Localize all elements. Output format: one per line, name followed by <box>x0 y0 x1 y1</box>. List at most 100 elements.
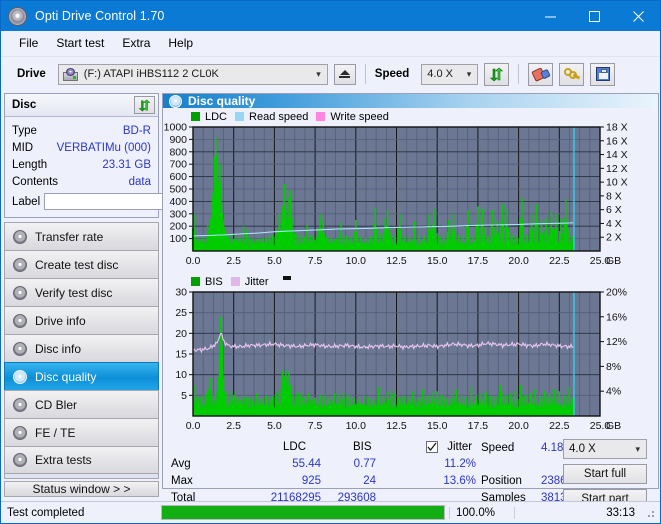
svg-text:10.0: 10.0 <box>346 420 367 432</box>
save-icon <box>595 67 610 81</box>
svg-text:12.5: 12.5 <box>386 420 407 432</box>
svg-text:0.0: 0.0 <box>186 255 201 267</box>
speed-select[interactable]: 4.0 X ▾ <box>421 63 479 85</box>
disc-label-label: Label <box>12 195 41 208</box>
disc-icon <box>13 397 27 412</box>
svg-text:600: 600 <box>169 171 187 183</box>
resize-grip-icon[interactable] <box>643 506 657 520</box>
jitter-checkbox[interactable]: Jitter <box>426 439 472 453</box>
svg-text:2.5: 2.5 <box>226 255 241 267</box>
content-area: Disc Type BD-R MID VERBATIMu (000) Lengt… <box>1 91 660 509</box>
disc-icon <box>13 425 27 440</box>
maximize-icon[interactable] <box>572 1 616 31</box>
disc-contents-label: Contents <box>12 175 59 188</box>
menu-help[interactable]: Help <box>159 33 202 53</box>
settings-button[interactable] <box>559 62 585 86</box>
stats-row-avg-label: Avg <box>171 458 191 470</box>
disc-type-value: BD-R <box>122 124 151 137</box>
toolbar-divider <box>364 64 366 84</box>
svg-text:2.5: 2.5 <box>226 420 241 432</box>
drive-select[interactable]: (F:) ATAPI iHBS112 2 CL0K ▾ <box>57 63 328 85</box>
menu-bar: File Start test Extra Help <box>1 31 660 56</box>
progress-fill <box>162 506 444 519</box>
svg-text:1000: 1000 <box>164 123 188 134</box>
svg-text:12.5: 12.5 <box>386 255 407 267</box>
svg-text:22.5: 22.5 <box>549 255 570 267</box>
svg-text:14 X: 14 X <box>606 149 628 161</box>
menu-file[interactable]: File <box>10 33 47 53</box>
legend-label-jitter: Jitter <box>244 275 269 288</box>
svg-text:10: 10 <box>175 369 187 381</box>
stats-row-max-label: Max <box>171 475 193 487</box>
svg-text:15: 15 <box>175 349 187 361</box>
test-speed-select[interactable]: 4.0 X ▾ <box>563 439 647 459</box>
svg-text:16 X: 16 X <box>606 135 628 147</box>
svg-text:6 X: 6 X <box>606 204 622 216</box>
disc-mid-value: VERBATIMu (000) <box>56 141 151 154</box>
erase-button[interactable] <box>528 62 554 86</box>
disc-row-type: Type BD-R <box>12 122 151 139</box>
svg-text:20: 20 <box>175 328 187 340</box>
sidebar-item-drive-info[interactable]: Drive info <box>4 306 159 334</box>
sidebar-item-fe-te[interactable]: FE / TE <box>4 418 159 446</box>
sidebar-item-extra-tests[interactable]: Extra tests <box>4 446 159 474</box>
disc-contents-value: data <box>128 175 151 188</box>
svg-text:5: 5 <box>181 390 187 402</box>
marker-icon <box>282 275 291 280</box>
disc-refresh-button[interactable] <box>134 96 155 114</box>
stats-max-jitter: 13.6% <box>443 475 476 487</box>
stats-max-bis: 24 <box>363 475 376 487</box>
minimize-icon[interactable] <box>528 1 572 31</box>
sidebar-item-create-test-disc[interactable]: Create test disc <box>4 250 159 278</box>
elapsed-time: 33:13 <box>514 506 643 519</box>
sidebar-filler <box>4 474 159 479</box>
app-disc-icon <box>8 6 27 26</box>
left-sidebar: Disc Type BD-R MID VERBATIMu (000) Lengt… <box>4 93 253 497</box>
sidebar-item-disc-info[interactable]: Disc info <box>4 334 159 362</box>
sidebar-item-label: CD Bler <box>35 397 78 412</box>
nav-list: Transfer rate Create test disc Verify te… <box>4 222 159 474</box>
start-full-button[interactable]: Start full <box>563 464 647 484</box>
menu-start-test[interactable]: Start test <box>47 33 113 53</box>
stats-header-bis: BIS <box>353 441 372 453</box>
sidebar-item-cd-bler[interactable]: CD Bler <box>4 390 159 418</box>
eject-button[interactable] <box>333 63 356 85</box>
legend-swatch-read-speed <box>235 112 245 121</box>
status-text: Test completed <box>7 506 85 519</box>
disc-row-mid: MID VERBATIMu (000) <box>12 139 151 156</box>
menu-extra[interactable]: Extra <box>113 33 159 53</box>
stats-position-label: Position <box>481 475 522 487</box>
bis-legend: BIS Jitter <box>163 273 658 288</box>
disc-mid-label: MID <box>12 141 34 154</box>
sidebar-item-verify-test-disc[interactable]: Verify test disc <box>4 278 159 306</box>
sidebar-item-transfer-rate[interactable]: Transfer rate <box>4 222 159 250</box>
sidebar-item-label: Disc info <box>35 341 82 356</box>
svg-text:7.5: 7.5 <box>308 420 323 432</box>
save-button[interactable] <box>590 62 616 86</box>
status-bar: Test completed 100.0% 33:13 <box>1 501 660 523</box>
svg-text:400: 400 <box>169 196 187 208</box>
eraser-icon <box>531 65 551 83</box>
disc-row-label: Label <box>12 192 253 211</box>
disc-panel-body: Type BD-R MID VERBATIMu (000) Length 23.… <box>5 117 253 217</box>
chevron-down-icon: ▾ <box>316 68 321 79</box>
disc-icon <box>169 94 182 108</box>
close-icon[interactable] <box>616 1 660 31</box>
disc-icon <box>13 453 27 467</box>
refresh-button[interactable] <box>484 62 510 86</box>
svg-text:GB: GB <box>606 420 621 432</box>
sidebar-item-label: Create test disc <box>35 257 119 272</box>
legend-swatch-write-speed <box>316 112 326 121</box>
drive-select-value: (F:) ATAPI iHBS112 2 CL0K <box>83 68 219 80</box>
window-title: Opti Drive Control 1.70 <box>35 9 165 23</box>
ldc-legend: LDC Read speed Write speed <box>163 110 658 123</box>
svg-text:20%: 20% <box>606 288 627 299</box>
svg-text:25: 25 <box>175 307 187 319</box>
sidebar-item-disc-quality[interactable]: Disc quality <box>4 362 159 390</box>
disc-icon <box>13 285 27 300</box>
statistics-area: LDC BIS Jitter Avg 55.44 0.77 11.2% Max … <box>163 439 658 509</box>
sidebar-item-label: Extra tests <box>35 453 92 467</box>
charts-container: LDC Read speed Write speed 100 200 300 400 5… <box>163 108 658 438</box>
status-window-button[interactable]: Status window > > <box>4 481 159 497</box>
legend-swatch-jitter <box>230 277 240 286</box>
